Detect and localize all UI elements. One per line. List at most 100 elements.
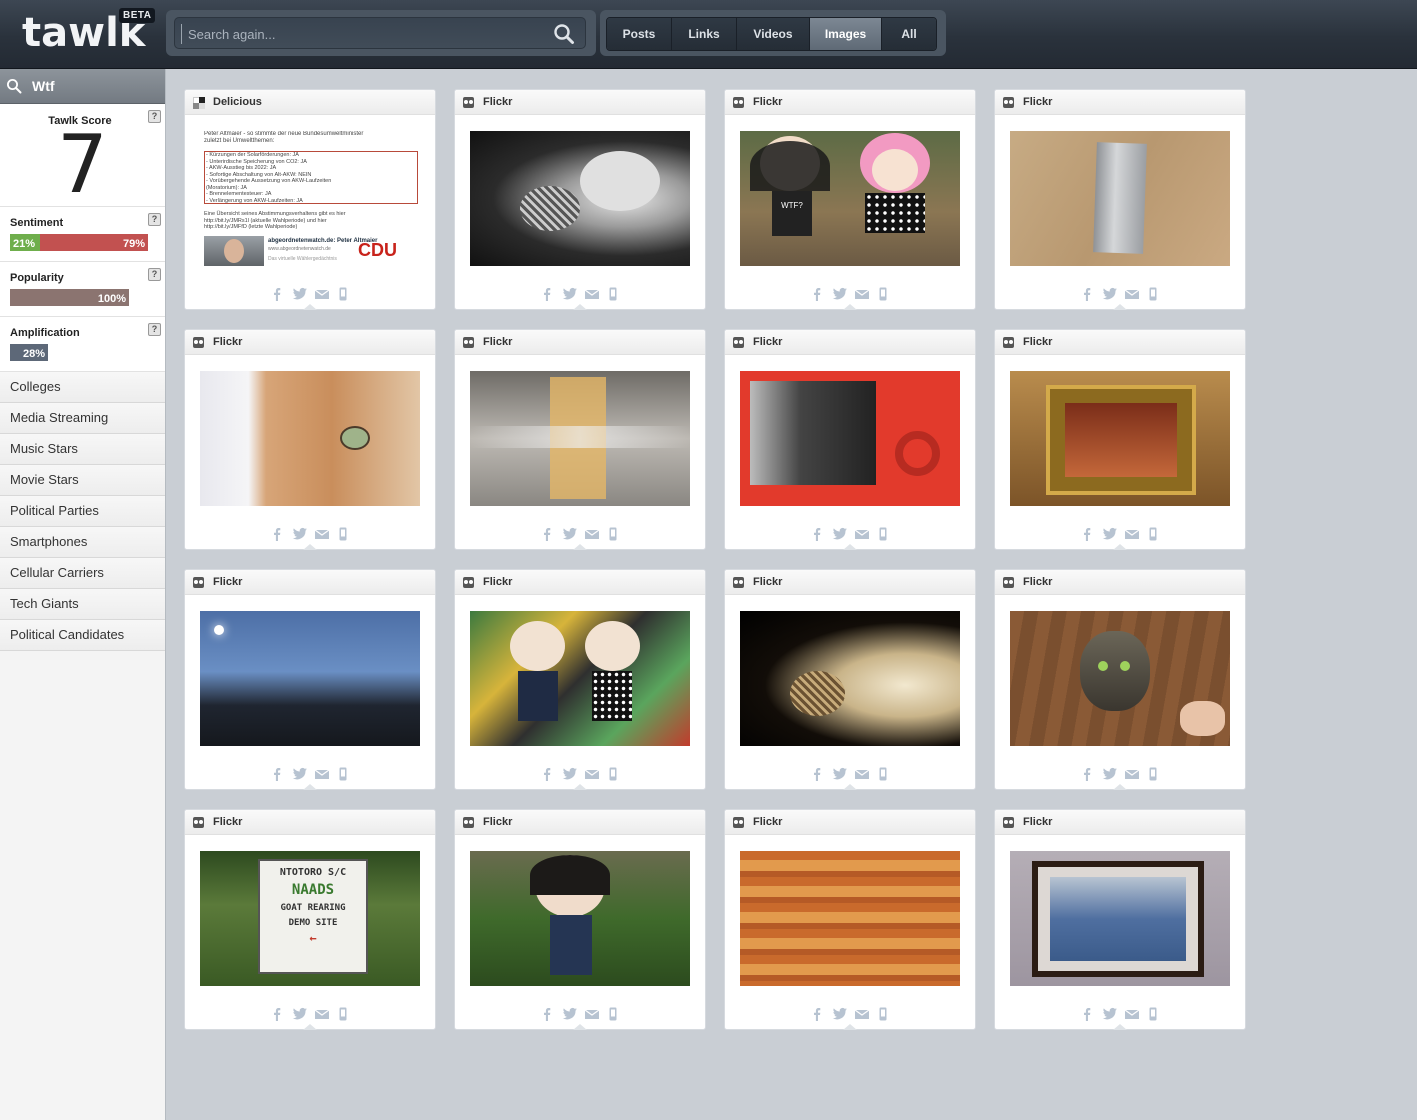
popularity-help-button[interactable]: ? bbox=[148, 268, 161, 281]
card-source-name[interactable]: Flickr bbox=[1023, 816, 1052, 828]
tawlk-logo[interactable]: tawlk BETA bbox=[22, 8, 162, 60]
mobile-icon[interactable] bbox=[606, 1007, 620, 1021]
card-source-name[interactable]: Flickr bbox=[753, 336, 782, 348]
email-icon[interactable] bbox=[1124, 1007, 1140, 1021]
mobile-icon[interactable] bbox=[1146, 767, 1160, 781]
facebook-icon[interactable] bbox=[1080, 767, 1094, 781]
card-source-name[interactable]: Flickr bbox=[213, 576, 242, 588]
category-political-parties[interactable]: Political Parties bbox=[0, 496, 165, 527]
image-thumbnail[interactable]: WTF? bbox=[740, 131, 960, 266]
twitter-icon[interactable] bbox=[1102, 1007, 1117, 1021]
twitter-icon[interactable] bbox=[562, 527, 577, 541]
email-icon[interactable] bbox=[584, 287, 600, 301]
twitter-icon[interactable] bbox=[832, 767, 847, 781]
image-card[interactable]: Flickr bbox=[724, 569, 976, 790]
card-source-name[interactable]: Flickr bbox=[483, 816, 512, 828]
facebook-icon[interactable] bbox=[810, 767, 824, 781]
category-music-stars[interactable]: Music Stars bbox=[0, 434, 165, 465]
image-thumbnail[interactable]: NTOTORO S/C NAADS GOAT REARING DEMO SITE… bbox=[200, 851, 420, 986]
category-cellular-carriers[interactable]: Cellular Carriers bbox=[0, 558, 165, 589]
image-thumbnail[interactable] bbox=[740, 371, 960, 506]
image-card[interactable]: Flickr bbox=[454, 569, 706, 790]
mobile-icon[interactable] bbox=[606, 287, 620, 301]
image-card[interactable]: Flickr bbox=[994, 569, 1246, 790]
amplification-help-button[interactable]: ? bbox=[148, 323, 161, 336]
mobile-icon[interactable] bbox=[876, 287, 890, 301]
mobile-icon[interactable] bbox=[606, 527, 620, 541]
card-source-name[interactable]: Flickr bbox=[753, 96, 782, 108]
mobile-icon[interactable] bbox=[876, 1007, 890, 1021]
card-source-name[interactable]: Delicious bbox=[213, 96, 262, 108]
image-card[interactable]: Flickr bbox=[454, 329, 706, 550]
facebook-icon[interactable] bbox=[1080, 287, 1094, 301]
image-thumbnail[interactable] bbox=[470, 131, 690, 266]
twitter-icon[interactable] bbox=[562, 1007, 577, 1021]
tab-images[interactable]: Images bbox=[810, 18, 882, 50]
image-card[interactable]: Flickr bbox=[724, 809, 976, 1030]
card-source-name[interactable]: Flickr bbox=[1023, 336, 1052, 348]
mobile-icon[interactable] bbox=[336, 527, 350, 541]
image-thumbnail[interactable]: Peter Altmaier - so stimmte der neue Bun… bbox=[200, 131, 420, 266]
card-source-name[interactable]: Flickr bbox=[483, 336, 512, 348]
image-thumbnail[interactable] bbox=[200, 611, 420, 746]
email-icon[interactable] bbox=[314, 767, 330, 781]
search-icon[interactable] bbox=[553, 23, 575, 45]
image-card[interactable]: Flickr bbox=[184, 329, 436, 550]
image-card[interactable]: Flickr WTF? bbox=[724, 89, 976, 310]
email-icon[interactable] bbox=[314, 287, 330, 301]
tab-videos[interactable]: Videos bbox=[737, 18, 810, 50]
category-political-candidates[interactable]: Political Candidates bbox=[0, 620, 165, 651]
email-icon[interactable] bbox=[314, 527, 330, 541]
email-icon[interactable] bbox=[314, 1007, 330, 1021]
email-icon[interactable] bbox=[854, 767, 870, 781]
facebook-icon[interactable] bbox=[540, 527, 554, 541]
image-card[interactable]: Flickr NTOTORO S/C NAADS GOAT REARING DE… bbox=[184, 809, 436, 1030]
image-thumbnail[interactable] bbox=[740, 851, 960, 986]
facebook-icon[interactable] bbox=[810, 527, 824, 541]
email-icon[interactable] bbox=[854, 287, 870, 301]
category-movie-stars[interactable]: Movie Stars bbox=[0, 465, 165, 496]
image-thumbnail[interactable] bbox=[470, 371, 690, 506]
card-source-name[interactable]: Flickr bbox=[1023, 96, 1052, 108]
twitter-icon[interactable] bbox=[832, 527, 847, 541]
image-thumbnail[interactable] bbox=[470, 851, 690, 986]
image-thumbnail[interactable] bbox=[1010, 851, 1230, 986]
image-card[interactable]: Flickr bbox=[454, 89, 706, 310]
facebook-icon[interactable] bbox=[1080, 527, 1094, 541]
twitter-icon[interactable] bbox=[1102, 527, 1117, 541]
card-source-name[interactable]: Flickr bbox=[213, 816, 242, 828]
twitter-icon[interactable] bbox=[1102, 287, 1117, 301]
image-thumbnail[interactable] bbox=[740, 611, 960, 746]
email-icon[interactable] bbox=[854, 527, 870, 541]
card-source-name[interactable]: Flickr bbox=[753, 816, 782, 828]
mobile-icon[interactable] bbox=[876, 767, 890, 781]
email-icon[interactable] bbox=[584, 527, 600, 541]
category-smartphones[interactable]: Smartphones bbox=[0, 527, 165, 558]
twitter-icon[interactable] bbox=[562, 287, 577, 301]
image-thumbnail[interactable] bbox=[1010, 611, 1230, 746]
email-icon[interactable] bbox=[1124, 287, 1140, 301]
search-input[interactable] bbox=[181, 24, 550, 44]
facebook-icon[interactable] bbox=[270, 767, 284, 781]
email-icon[interactable] bbox=[854, 1007, 870, 1021]
mobile-icon[interactable] bbox=[336, 767, 350, 781]
facebook-icon[interactable] bbox=[540, 767, 554, 781]
mobile-icon[interactable] bbox=[1146, 1007, 1160, 1021]
mobile-icon[interactable] bbox=[876, 527, 890, 541]
image-card[interactable]: Flickr bbox=[994, 329, 1246, 550]
facebook-icon[interactable] bbox=[270, 287, 284, 301]
tab-all[interactable]: All bbox=[882, 18, 936, 50]
category-colleges[interactable]: Colleges bbox=[0, 372, 165, 403]
twitter-icon[interactable] bbox=[292, 1007, 307, 1021]
twitter-icon[interactable] bbox=[832, 287, 847, 301]
mobile-icon[interactable] bbox=[336, 287, 350, 301]
facebook-icon[interactable] bbox=[1080, 1007, 1094, 1021]
image-thumbnail[interactable] bbox=[1010, 371, 1230, 506]
facebook-icon[interactable] bbox=[810, 287, 824, 301]
image-card[interactable]: Flickr bbox=[994, 89, 1246, 310]
email-icon[interactable] bbox=[1124, 527, 1140, 541]
facebook-icon[interactable] bbox=[540, 1007, 554, 1021]
card-source-name[interactable]: Flickr bbox=[1023, 576, 1052, 588]
image-card[interactable]: Flickr bbox=[724, 329, 976, 550]
facebook-icon[interactable] bbox=[540, 287, 554, 301]
